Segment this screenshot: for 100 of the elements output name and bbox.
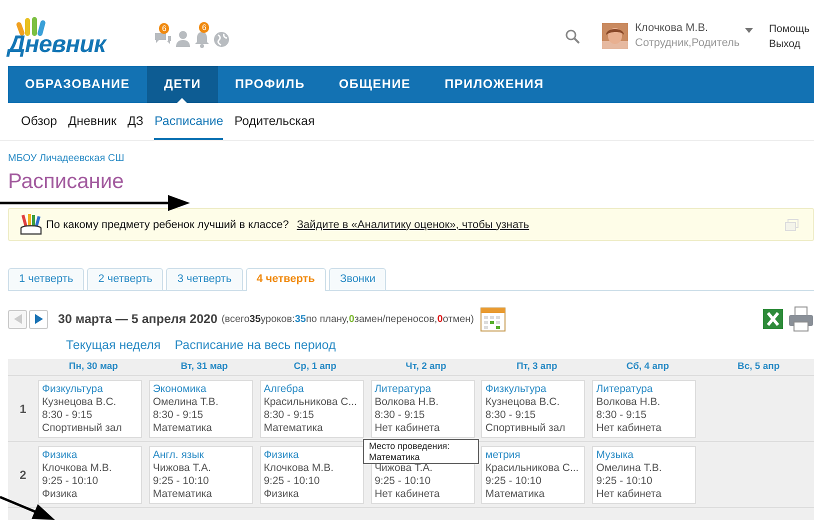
lesson-room: Математика — [152, 422, 214, 435]
period-link[interactable]: Расписание на весь период — [174, 338, 336, 352]
nav-tab[interactable]: ОБЩЕНИЕ — [322, 66, 428, 103]
teacher-name: Клочкова М.В. — [42, 462, 113, 475]
search-icon[interactable] — [565, 28, 580, 44]
subject-link[interactable]: Алгебра — [264, 383, 360, 396]
lesson-card[interactable]: метрия Красильникова С... 9:25 - 10:10 Математика — [481, 446, 586, 504]
quarter-tab[interactable]: Звонки — [328, 268, 386, 290]
quarter-tab[interactable]: 1 четверть — [8, 268, 84, 290]
subject-link[interactable]: Физика — [264, 449, 360, 462]
lesson-time: 8:30 - 9:15 — [374, 409, 426, 422]
count-badge: 6 — [199, 22, 210, 33]
bell-icon[interactable] — [194, 30, 210, 48]
lesson-card[interactable]: Англ. язык Чижова Т.А. 9:25 - 10:10 Математика — [148, 446, 253, 504]
teacher-name: Омелина Т.В. — [596, 462, 663, 475]
nav-tab[interactable]: ПРИЛОЖЕНИЯ — [428, 66, 561, 103]
globe-icon[interactable] — [213, 30, 230, 48]
place-tooltip: Место проведения: Математика — [363, 439, 479, 464]
spreadsheet-icon[interactable] — [762, 308, 784, 330]
arrow — [0, 496, 55, 520]
person-icon[interactable] — [175, 30, 191, 48]
count-badge: 6 — [159, 23, 170, 34]
lesson-time: 9:25 - 10:10 — [152, 475, 210, 488]
quarter-tab[interactable]: 2 четверть — [87, 268, 164, 290]
lesson-time: 8:30 - 9:15 — [42, 409, 94, 422]
caret-icon[interactable] — [745, 28, 753, 32]
lesson-room: Нет кабинета — [596, 422, 662, 435]
quarter-tab[interactable]: 3 четверть — [166, 268, 243, 290]
subject-link[interactable]: Англ. язык — [152, 449, 249, 462]
banner-question: По какому предмету ребенок лучший в классе? — [46, 218, 289, 230]
next-week-button[interactable] — [29, 310, 48, 328]
header-link[interactable]: Выход — [769, 37, 814, 52]
nav-tab[interactable]: ОБРАЗОВАНИЕ — [8, 66, 147, 103]
lesson-card[interactable]: Литература Волкова Н.В. 8:30 - 9:15 Нет кабинета — [592, 380, 696, 438]
subnav-tab[interactable]: Дневник — [68, 103, 116, 140]
subject-link[interactable]: Экономика — [152, 383, 249, 396]
teacher-name: Кузнецова В.С. — [485, 396, 561, 409]
lesson-card[interactable]: Экономика Омелина Т.В. 8:30 - 9:15 Математика — [148, 380, 253, 438]
subject-link[interactable]: метрия — [485, 449, 582, 462]
teacher-name: Красильникова С... — [485, 462, 580, 475]
lesson-time: 9:25 - 10:10 — [42, 475, 100, 488]
teacher-name: Чижова Т.А. — [374, 462, 434, 475]
lesson-room: Физика — [42, 488, 78, 501]
teacher-name: Кузнецова В.С. — [42, 396, 118, 409]
week-summary: (всего35уроков:35по плану,0замен/переносов,0отмен) — [221, 314, 474, 324]
user-name[interactable]: Клочкова М.В. — [635, 21, 745, 36]
lesson-card[interactable]: Физкультура Кузнецова В.С. 8:30 - 9:15 Спортивный зал — [481, 380, 586, 438]
lesson-card[interactable]: Физкультура Кузнецова В.С. 8:30 - 9:15 Спортивный зал — [38, 380, 142, 438]
lesson-time: 9:25 - 10:10 — [596, 475, 654, 488]
lesson-time: 9:25 - 10:10 — [264, 475, 321, 488]
lesson-room: Нет кабинета — [374, 422, 441, 435]
lesson-time: 8:30 - 9:15 — [485, 409, 537, 422]
day-header: Сб, 4 апр — [625, 360, 670, 374]
lesson-time: 8:30 - 9:15 — [152, 409, 204, 422]
subject-link[interactable]: Литература — [374, 383, 471, 396]
nav-tab[interactable]: ДЕТИ — [146, 66, 218, 103]
lesson-room: Математика — [264, 422, 324, 435]
day-header: Ср, 1 апр — [292, 360, 338, 374]
period-link[interactable]: Текущая неделя — [66, 338, 161, 352]
lesson-room: Спортивный зал — [485, 422, 566, 435]
lesson-number: 1 — [20, 402, 26, 416]
user-roles: Сотрудник,Родитель — [635, 36, 741, 51]
subnav-tab[interactable]: Расписание — [154, 103, 224, 140]
week-range: 30 марта — 5 апреля 2020 — [58, 312, 218, 326]
teacher-name: Волкова Н.В. — [374, 396, 440, 409]
header-link[interactable]: Помощь — [769, 22, 814, 37]
analytics-link[interactable]: Зайдите в «Аналитику оценок», чтобы узнать — [296, 218, 530, 230]
printer-icon[interactable] — [788, 306, 814, 332]
lesson-room: Спортивный зал — [42, 422, 123, 435]
subnav-tab[interactable]: Обзор — [21, 103, 58, 140]
lesson-time: 8:30 - 9:15 — [596, 409, 648, 422]
lesson-room: Математика — [152, 488, 214, 501]
lesson-card[interactable]: Литература Волкова Н.В. 8:30 - 9:15 Нет кабинета — [370, 380, 475, 438]
triangle-left-icon — [14, 314, 22, 324]
calendar-icon[interactable] — [480, 306, 506, 332]
lesson-card[interactable]: Физика Клочкова М.В. 9:25 - 10:10 Физика — [38, 446, 142, 504]
subject-link[interactable]: Физкультура — [485, 383, 582, 396]
triangle-right-icon — [34, 314, 42, 324]
page-title: Расписание — [8, 170, 125, 194]
teacher-name: Чижова Т.А. — [152, 462, 212, 475]
subnav-tab[interactable]: Родительская — [234, 103, 315, 140]
school-link[interactable]: МБОУ Личадеевская СШ — [8, 153, 814, 164]
day-header: Чт, 2 апр — [404, 360, 448, 374]
lesson-time: 8:30 - 9:15 — [264, 409, 315, 422]
logo[interactable]: Дневник — [8, 8, 134, 58]
subject-link[interactable]: Физкультура — [42, 383, 138, 396]
nav-tab[interactable]: ПРОФИЛЬ — [218, 66, 322, 103]
lesson-card[interactable]: Физика Клочкова М.В. 9:25 - 10:10 Физика — [260, 446, 364, 504]
subnav-tab[interactable]: ДЗ — [127, 103, 144, 140]
lesson-card[interactable]: Музыка Омелина Т.В. 9:25 - 10:10 Нет кабинета — [592, 446, 696, 504]
pencils-icon — [19, 214, 43, 236]
subject-link[interactable]: Физика — [42, 449, 138, 462]
subject-link[interactable]: Музыка — [596, 449, 692, 462]
teacher-name: Красильникова С... — [264, 396, 358, 409]
lesson-room: Физика — [264, 488, 300, 501]
lesson-card[interactable]: Алгебра Красильникова С... 8:30 - 9:15 Математика — [260, 380, 364, 438]
lesson-time: 9:25 - 10:10 — [485, 475, 542, 488]
lesson-time: 9:25 - 10:10 — [374, 475, 432, 488]
subject-link[interactable]: Литература — [596, 383, 692, 396]
lesson-room: Математика — [485, 488, 546, 501]
